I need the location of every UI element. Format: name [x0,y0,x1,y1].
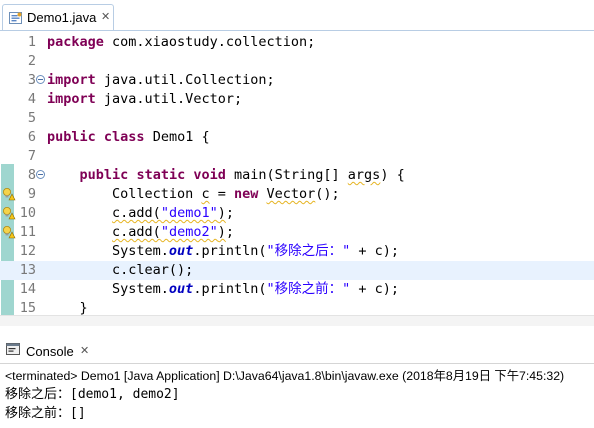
code-text: System.out.println("移除之前：" + c); [47,281,400,297]
console-icon [6,343,20,355]
code-text: import java.util.Vector; [47,91,243,107]
code-line[interactable]: 12 System.out.println("移除之后：" + c); [0,242,594,261]
line-number: 12 [19,243,36,259]
code-editor[interactable]: 1 package com.xiaostudy.collection; 2 3 … [0,31,594,315]
editor-tab-bar: Demo1.java ✕ [0,0,594,31]
code-text: c.add("demo2"); [112,224,234,240]
code-text: import java.util.Collection; [47,72,275,88]
code-line[interactable]: 4 import java.util.Vector; [0,90,594,109]
line-number: 8 [27,167,36,183]
close-icon[interactable]: ✕ [80,345,89,357]
java-file-icon [9,12,22,24]
code-line[interactable]: 11 c.add("demo2"); [0,223,594,242]
code-text: System.out.println("移除之后：" + c); [47,243,400,259]
code-line[interactable]: 9 Collection c = new Vector(); [0,185,594,204]
line-number: 4 [27,91,36,107]
fold-toggle-icon[interactable] [36,75,45,84]
console-status: <terminated> Demo1 [Java Application] D:… [5,369,565,383]
line-number: 14 [19,281,36,297]
code-text: Collection c = new Vector(); [47,186,340,202]
code-text: c.add("demo1"); [112,205,234,221]
code-line[interactable]: 14 System.out.println("移除之前：" + c); [0,280,594,299]
current-code-line[interactable]: 13 c.clear(); [0,261,594,280]
close-icon[interactable]: ✕ [101,11,110,23]
console-output-line: 移除之前：[] [5,406,86,421]
code-line[interactable]: 2 [0,52,594,71]
console-tab-bar: Console ✕ [0,336,594,364]
line-number: 11 [19,224,36,240]
code-text: } [47,300,88,315]
console-tab-label[interactable]: Console [26,344,74,359]
code-line[interactable]: 15 } [0,299,594,315]
line-number: 2 [27,53,36,69]
code-line[interactable]: 1 package com.xiaostudy.collection; [0,33,594,52]
line-number: 13 [19,262,36,278]
fold-toggle-icon[interactable] [36,170,45,179]
editor-tab-demo1[interactable]: Demo1.java ✕ [2,4,114,31]
code-line[interactable]: 10 c.add("demo1"); [0,204,594,223]
console-divider [0,363,594,364]
line-number: 7 [27,148,36,164]
console-output-line: 移除之后：[demo1, demo2] [5,387,180,402]
code-line[interactable]: 6 public class Demo1 { [0,128,594,147]
line-number: 6 [27,129,36,145]
editor-tab-label: Demo1.java [27,10,97,25]
code-line[interactable]: 3 import java.util.Collection; [0,71,594,90]
line-number: 10 [19,205,36,221]
horizontal-scrollbar[interactable] [0,315,594,326]
line-number: 15 [19,300,36,315]
line-number: 9 [27,186,36,202]
line-number: 5 [27,110,36,126]
code-text: package com.xiaostudy.collection; [47,34,316,50]
code-line[interactable]: 8 public static void main(String[] args)… [0,166,594,185]
code-line[interactable]: 5 [0,109,594,128]
code-text: c.clear(); [47,262,194,278]
code-text: public class Demo1 { [47,129,210,145]
line-number: 1 [27,34,36,50]
code-text: public static void main(String[] args) { [79,167,405,183]
code-line[interactable]: 7 [0,147,594,166]
line-number: 3 [27,72,36,88]
